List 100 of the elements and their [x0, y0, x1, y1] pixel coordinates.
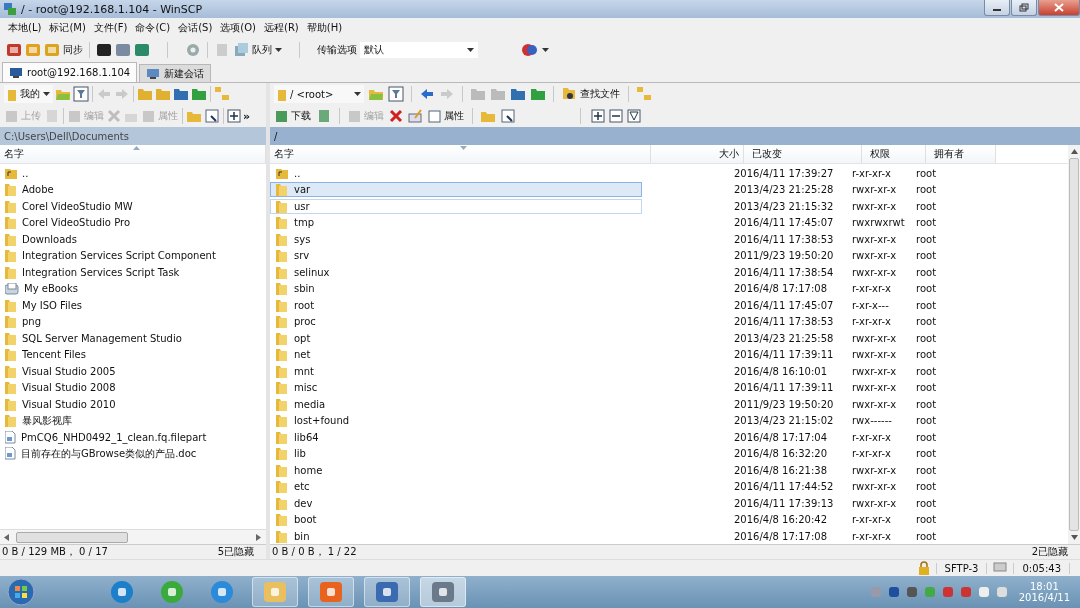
file-name[interactable]: root — [270, 297, 642, 313]
file-name[interactable]: My eBooks — [0, 282, 78, 295]
delete-icon[interactable] — [389, 109, 403, 123]
file-name[interactable]: lib64 — [270, 429, 642, 445]
file-name[interactable]: Downloads — [0, 232, 77, 246]
file-name[interactable]: My ISO Files — [0, 298, 82, 312]
file-name[interactable]: home — [270, 462, 642, 478]
file-name[interactable]: proc — [270, 314, 642, 330]
plus-icon[interactable] — [591, 109, 605, 123]
file-name[interactable]: sbin — [270, 281, 642, 297]
more-button[interactable]: » — [243, 109, 251, 123]
file-name[interactable]: bin — [270, 528, 642, 544]
file-name[interactable]: Visual Studio 2008 — [0, 381, 116, 395]
restore-button[interactable] — [1011, 0, 1037, 16]
back-arrow-icon[interactable] — [419, 86, 435, 102]
file-name[interactable]: var — [270, 182, 642, 198]
file-name[interactable]: sys — [270, 231, 642, 247]
settings-icon[interactable] — [185, 42, 201, 58]
queue-label[interactable]: 队列 — [252, 43, 272, 57]
location-dropdown[interactable]: / <root> — [274, 85, 364, 103]
file-name[interactable]: selinux — [270, 264, 642, 280]
column-header[interactable]: 已改变 — [744, 145, 862, 163]
vertical-scrollbar[interactable] — [1068, 145, 1080, 544]
caret-icon[interactable] — [542, 48, 549, 52]
file-name[interactable]: mnt — [270, 363, 642, 379]
tree-icon[interactable] — [636, 86, 652, 102]
file-name[interactable]: dev — [270, 495, 642, 511]
rename-icon[interactable] — [407, 108, 423, 124]
minimize-button[interactable] — [984, 0, 1010, 16]
start-button[interactable] — [6, 577, 36, 607]
queue-icon[interactable] — [233, 42, 249, 58]
scroll-up-icon — [1070, 149, 1078, 154]
session-tab[interactable]: 新建会话 — [139, 64, 212, 82]
find-files-button[interactable]: 查找文件 — [561, 87, 621, 101]
column-header[interactable]: 名字 — [0, 145, 266, 163]
file-name[interactable]: usr — [270, 198, 642, 214]
shortcut-icon[interactable] — [204, 108, 220, 124]
permissions: rwx------ — [851, 415, 893, 427]
selection-status: 0 B / 0 B， 1 / 22 — [272, 545, 357, 559]
file-name[interactable]: Visual Studio 2010 — [0, 397, 116, 411]
column-header[interactable]: 拥有者 — [926, 145, 996, 163]
forward-arrow-icon[interactable] — [114, 86, 130, 102]
filter-icon[interactable] — [73, 86, 89, 102]
file-name[interactable]: boot — [270, 512, 642, 528]
menu-item[interactable]: 命令(C) — [131, 21, 175, 35]
column-header[interactable]: 权限 — [862, 145, 926, 163]
file-name[interactable]: lost+found — [270, 413, 642, 429]
close-button[interactable] — [1038, 0, 1080, 16]
session-tab[interactable]: root@192.168.1.104 — [2, 62, 138, 82]
modified-date: 2016/4/11 17:39:13 — [733, 497, 835, 509]
file-name[interactable]: lib — [270, 446, 642, 462]
file-name[interactable]: Integration Services Script Component — [0, 249, 216, 263]
file-name[interactable]: Corel VideoStudio Pro — [0, 216, 130, 230]
file-name[interactable]: Integration Services Script Task — [0, 265, 180, 279]
folder-icon — [276, 529, 288, 543]
file-name[interactable]: srv — [270, 248, 642, 264]
file-name[interactable]: .. — [0, 167, 29, 180]
owner: root — [915, 514, 938, 526]
filter-icon[interactable] — [388, 86, 404, 102]
file-name[interactable]: net — [270, 347, 642, 363]
tree-icon[interactable] — [214, 86, 230, 102]
file-name[interactable]: SQL Server Management Studio — [0, 331, 182, 345]
file-name[interactable]: PmCQ6_NHD0492_1_clean.fq.filepart — [0, 430, 207, 444]
location-dropdown[interactable]: 我的 — [4, 85, 53, 103]
properties-button[interactable]: 属性 — [427, 109, 465, 123]
file-name[interactable]: Tencent Files — [0, 348, 86, 362]
caret-icon[interactable] — [275, 48, 282, 52]
menu-item[interactable]: 选项(O) — [216, 21, 260, 35]
minus-icon[interactable] — [609, 109, 623, 123]
file-name[interactable]: png — [0, 315, 42, 329]
filter-icon[interactable] — [627, 109, 641, 123]
sync-label[interactable]: 同步 — [63, 43, 83, 57]
file-name[interactable]: Adobe — [0, 183, 54, 197]
horizontal-scrollbar[interactable] — [0, 529, 266, 544]
file-name[interactable]: etc — [270, 479, 642, 495]
column-header[interactable]: 名字 — [270, 145, 651, 163]
download-button[interactable]: 下载 — [274, 109, 312, 123]
permissions: r-xr-xr-x — [851, 283, 892, 295]
file-name[interactable]: Visual Studio 2005 — [0, 364, 116, 378]
menu-item[interactable]: 本地(L) — [4, 21, 46, 35]
menu-item[interactable]: 帮助(H) — [302, 21, 347, 35]
column-header[interactable]: 大小 — [651, 145, 744, 163]
file-name[interactable]: Corel VideoStudio MW — [0, 199, 133, 213]
plus-icon[interactable] — [227, 109, 241, 123]
menu-item[interactable]: 文件(F) — [89, 21, 132, 35]
document-icon[interactable] — [316, 108, 332, 124]
file-name[interactable]: .. — [270, 165, 642, 181]
document-icon[interactable] — [214, 42, 230, 58]
menu-item[interactable]: 会话(S) — [174, 21, 217, 35]
connection-icon[interactable] — [521, 42, 539, 58]
menu-item[interactable]: 标记(M) — [45, 21, 90, 35]
file-name[interactable]: 暴风影视库 — [0, 413, 72, 428]
file-name[interactable]: misc — [270, 380, 642, 396]
shortcut-icon[interactable] — [500, 108, 516, 124]
file-name[interactable]: media — [270, 396, 642, 412]
file-name[interactable]: tmp — [270, 215, 642, 231]
menu-item[interactable]: 远程(R) — [260, 21, 303, 35]
file-name[interactable]: 目前存在的与GBrowse类似的产品.doc — [0, 446, 197, 461]
transfer-settings-dropdown[interactable]: 默认 — [360, 42, 478, 58]
file-name[interactable]: opt — [270, 330, 642, 346]
